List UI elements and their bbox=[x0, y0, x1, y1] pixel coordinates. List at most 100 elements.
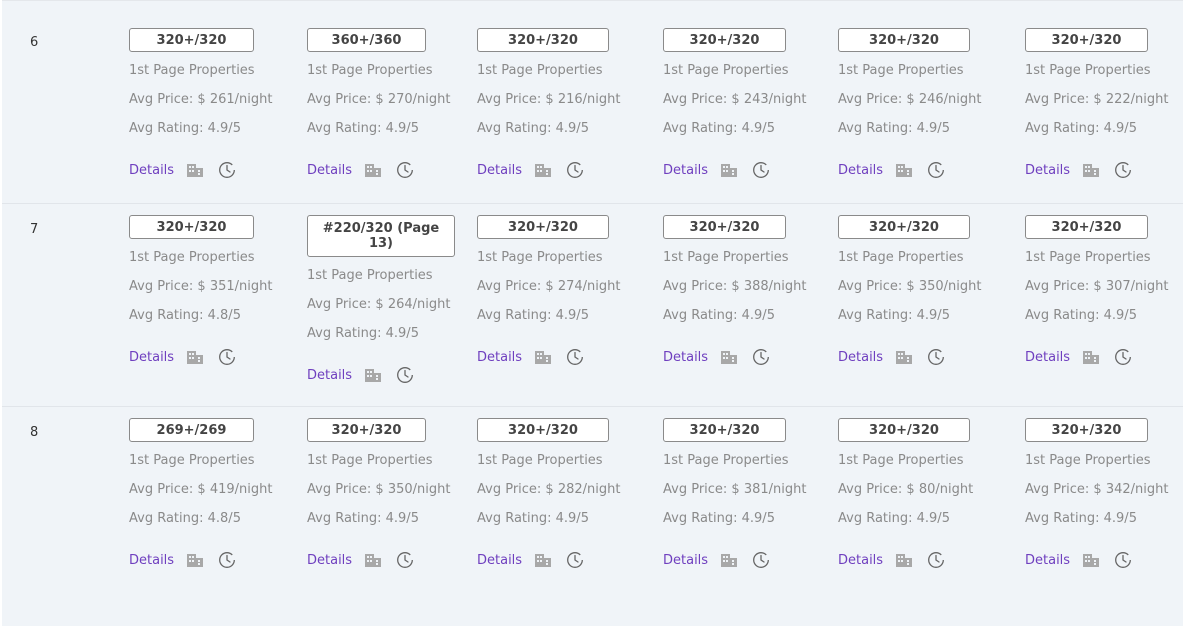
avg-rating: Avg Rating: 4.9/5 bbox=[129, 121, 241, 136]
history-icon[interactable] bbox=[566, 161, 584, 179]
details-link[interactable]: Details bbox=[129, 163, 174, 178]
rank-badge: 320+/320 bbox=[1025, 418, 1148, 442]
ranking-cell: 320+/320 1st Page Properties Avg Price: … bbox=[663, 28, 833, 179]
building-icon[interactable] bbox=[895, 162, 913, 178]
ranking-row: 6 320+/320 1st Page Properties Avg Price… bbox=[2, 17, 1183, 204]
first-page-label: 1st Page Properties bbox=[307, 268, 433, 283]
rankings-grid: 6 320+/320 1st Page Properties Avg Price… bbox=[2, 0, 1183, 626]
details-link[interactable]: Details bbox=[663, 553, 708, 568]
avg-price: Avg Price: $ 282/night bbox=[477, 482, 621, 497]
details-link[interactable]: Details bbox=[129, 553, 174, 568]
details-link[interactable]: Details bbox=[307, 368, 352, 383]
ranking-cell: 320+/320 1st Page Properties Avg Price: … bbox=[477, 418, 657, 569]
avg-rating: Avg Rating: 4.9/5 bbox=[663, 308, 775, 323]
details-link[interactable]: Details bbox=[307, 163, 352, 178]
building-icon[interactable] bbox=[186, 552, 204, 568]
history-icon[interactable] bbox=[1114, 161, 1132, 179]
history-icon[interactable] bbox=[396, 161, 414, 179]
history-icon[interactable] bbox=[218, 348, 236, 366]
history-icon[interactable] bbox=[1114, 348, 1132, 366]
building-icon[interactable] bbox=[534, 552, 552, 568]
details-link[interactable]: Details bbox=[838, 553, 883, 568]
ranking-cell: 320+/320 1st Page Properties Avg Price: … bbox=[129, 28, 299, 179]
history-icon[interactable] bbox=[218, 161, 236, 179]
first-page-label: 1st Page Properties bbox=[129, 250, 255, 265]
avg-rating: Avg Rating: 4.9/5 bbox=[1025, 308, 1137, 323]
avg-price: Avg Price: $ 216/night bbox=[477, 92, 621, 107]
history-icon[interactable] bbox=[566, 551, 584, 569]
history-icon[interactable] bbox=[927, 551, 945, 569]
ranking-cell: 320+/320 1st Page Properties Avg Price: … bbox=[1025, 28, 1180, 179]
rank-badge: 320+/320 bbox=[838, 28, 970, 52]
history-icon[interactable] bbox=[752, 551, 770, 569]
building-icon[interactable] bbox=[364, 367, 382, 383]
history-icon[interactable] bbox=[752, 161, 770, 179]
details-link[interactable]: Details bbox=[663, 350, 708, 365]
building-icon[interactable] bbox=[720, 349, 738, 365]
building-icon[interactable] bbox=[364, 552, 382, 568]
building-icon[interactable] bbox=[1082, 349, 1100, 365]
first-page-label: 1st Page Properties bbox=[477, 453, 603, 468]
history-icon[interactable] bbox=[927, 161, 945, 179]
details-link[interactable]: Details bbox=[1025, 553, 1070, 568]
details-link[interactable]: Details bbox=[1025, 163, 1070, 178]
details-link[interactable]: Details bbox=[663, 163, 708, 178]
avg-rating: Avg Rating: 4.9/5 bbox=[307, 326, 419, 341]
details-link[interactable]: Details bbox=[477, 350, 522, 365]
rank-badge: 320+/320 bbox=[477, 28, 609, 52]
details-link[interactable]: Details bbox=[477, 553, 522, 568]
avg-price: Avg Price: $ 381/night bbox=[663, 482, 807, 497]
details-link[interactable]: Details bbox=[838, 350, 883, 365]
building-icon[interactable] bbox=[720, 162, 738, 178]
cell-actions: Details bbox=[663, 348, 833, 366]
history-icon[interactable] bbox=[396, 551, 414, 569]
details-link[interactable]: Details bbox=[838, 163, 883, 178]
history-icon[interactable] bbox=[752, 348, 770, 366]
ranking-cell: 320+/320 1st Page Properties Avg Price: … bbox=[1025, 215, 1180, 366]
ranking-row: 8 269+/269 1st Page Properties Avg Price… bbox=[2, 407, 1183, 627]
avg-rating: Avg Rating: 4.9/5 bbox=[1025, 121, 1137, 136]
ranking-cell: 269+/269 1st Page Properties Avg Price: … bbox=[129, 418, 299, 569]
ranking-cell: 320+/320 1st Page Properties Avg Price: … bbox=[477, 215, 657, 366]
ranking-cell: 320+/320 1st Page Properties Avg Price: … bbox=[307, 418, 472, 569]
first-page-label: 1st Page Properties bbox=[1025, 250, 1151, 265]
avg-rating: Avg Rating: 4.9/5 bbox=[663, 511, 775, 526]
avg-price: Avg Price: $ 270/night bbox=[307, 92, 451, 107]
cell-actions: Details bbox=[129, 348, 299, 366]
avg-price: Avg Price: $ 264/night bbox=[307, 297, 451, 312]
avg-price: Avg Price: $ 307/night bbox=[1025, 279, 1169, 294]
building-icon[interactable] bbox=[895, 349, 913, 365]
building-icon[interactable] bbox=[895, 552, 913, 568]
building-icon[interactable] bbox=[186, 349, 204, 365]
history-icon[interactable] bbox=[1114, 551, 1132, 569]
avg-price: Avg Price: $ 350/night bbox=[307, 482, 451, 497]
rank-badge: 320+/320 bbox=[663, 215, 786, 239]
details-link[interactable]: Details bbox=[477, 163, 522, 178]
avg-price: Avg Price: $ 246/night bbox=[838, 92, 982, 107]
history-icon[interactable] bbox=[927, 348, 945, 366]
cell-actions: Details bbox=[129, 551, 299, 569]
ranking-cell: 320+/320 1st Page Properties Avg Price: … bbox=[838, 215, 1018, 366]
cell-actions: Details bbox=[477, 161, 657, 179]
details-link[interactable]: Details bbox=[1025, 350, 1070, 365]
cell-actions: Details bbox=[307, 551, 472, 569]
building-icon[interactable] bbox=[186, 162, 204, 178]
history-icon[interactable] bbox=[218, 551, 236, 569]
details-link[interactable]: Details bbox=[307, 553, 352, 568]
building-icon[interactable] bbox=[1082, 162, 1100, 178]
avg-rating: Avg Rating: 4.8/5 bbox=[129, 308, 241, 323]
building-icon[interactable] bbox=[364, 162, 382, 178]
building-icon[interactable] bbox=[1082, 552, 1100, 568]
avg-price: Avg Price: $ 351/night bbox=[129, 279, 273, 294]
first-page-label: 1st Page Properties bbox=[663, 453, 789, 468]
rank-badge: 320+/320 bbox=[663, 28, 786, 52]
avg-rating: Avg Rating: 4.9/5 bbox=[838, 308, 950, 323]
history-icon[interactable] bbox=[396, 366, 414, 384]
building-icon[interactable] bbox=[720, 552, 738, 568]
building-icon[interactable] bbox=[534, 349, 552, 365]
first-page-label: 1st Page Properties bbox=[477, 63, 603, 78]
details-link[interactable]: Details bbox=[129, 350, 174, 365]
building-icon[interactable] bbox=[534, 162, 552, 178]
avg-rating: Avg Rating: 4.9/5 bbox=[477, 511, 589, 526]
history-icon[interactable] bbox=[566, 348, 584, 366]
